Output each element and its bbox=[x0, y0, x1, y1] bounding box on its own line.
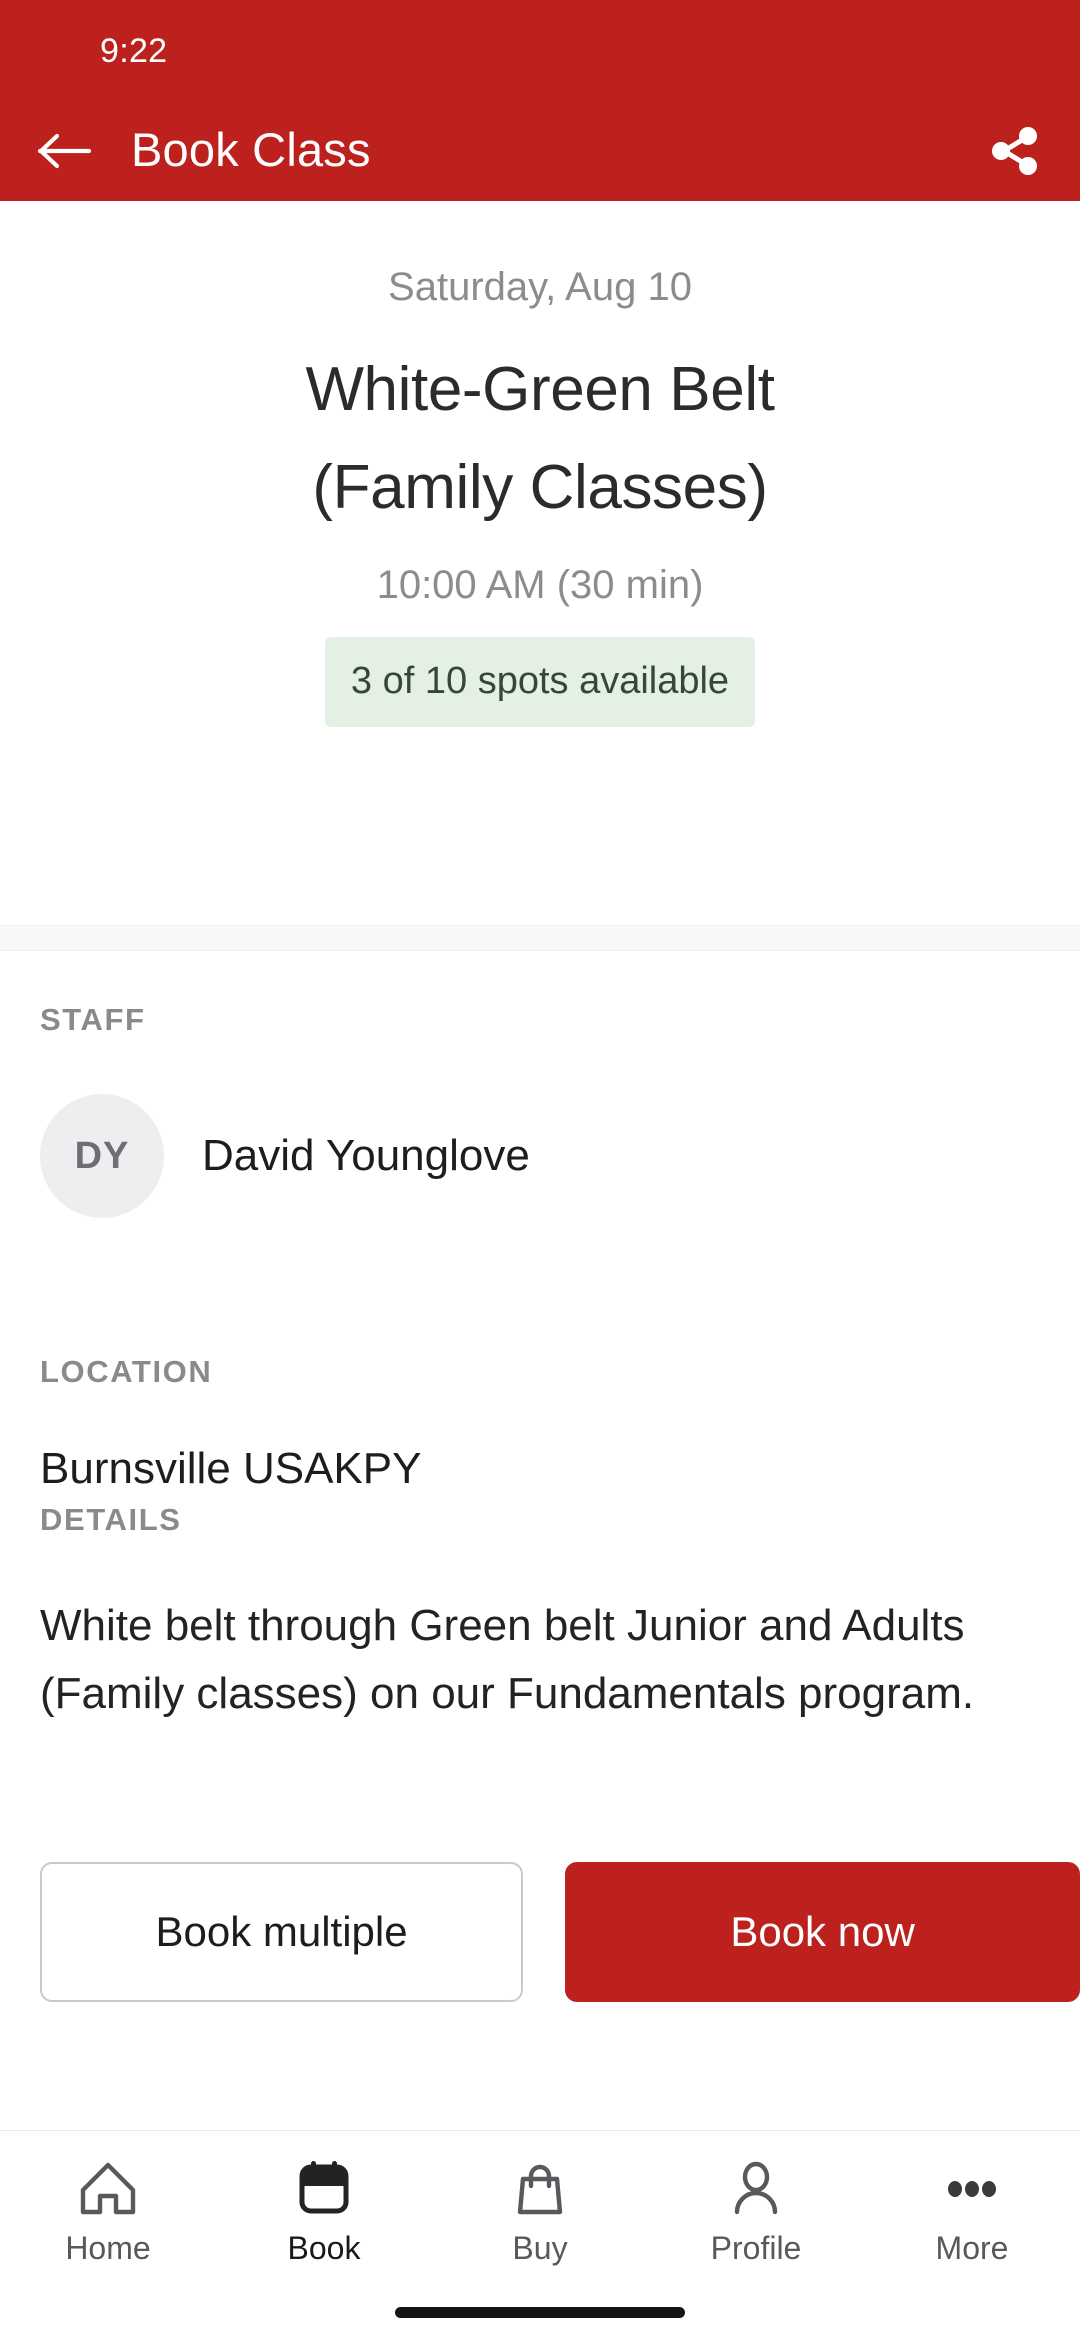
class-time: 10:00 AM (30 min) bbox=[376, 563, 704, 607]
details-section: DETAILS White belt through Green belt Ju… bbox=[0, 1500, 1080, 1728]
book-multiple-button[interactable]: Book multiple bbox=[40, 1862, 524, 2002]
status-time: 9:22 bbox=[100, 32, 168, 70]
home-indicator bbox=[395, 2307, 685, 2318]
nav-item-book[interactable]: Book bbox=[216, 2131, 432, 2268]
bag-icon bbox=[510, 2158, 570, 2220]
app-bar-row: Book Class bbox=[0, 100, 1080, 201]
class-title-line-1: White-Green Belt bbox=[305, 355, 775, 424]
location-section: LOCATION Burnsville USAKPY bbox=[0, 1352, 1080, 1498]
book-class-screen: 9:22 Book Class Saturday, Aug 10 White-G… bbox=[0, 0, 1080, 2340]
action-buttons: Book multiple Book now bbox=[0, 1862, 1080, 2002]
staff-label: STAFF bbox=[40, 1002, 146, 1037]
availability-badge: 3 of 10 spots available bbox=[324, 637, 756, 727]
status-bar: 9:22 bbox=[0, 0, 1080, 100]
book-now-button[interactable]: Book now bbox=[565, 1862, 1080, 2002]
nav-label-home: Home bbox=[65, 2230, 151, 2266]
details-value: White belt through Green belt Junior and… bbox=[40, 1601, 975, 1718]
nav-item-buy[interactable]: Buy bbox=[432, 2131, 648, 2268]
section-divider bbox=[0, 925, 1080, 951]
staff-section: STAFF DY David Younglove bbox=[0, 1000, 1080, 1218]
nav-label-profile: Profile bbox=[710, 2230, 802, 2266]
nav-item-home[interactable]: Home bbox=[0, 2131, 216, 2268]
back-button[interactable] bbox=[30, 116, 100, 186]
nav-label-book: Book bbox=[287, 2230, 361, 2266]
details-label: DETAILS bbox=[40, 1502, 182, 1537]
avatar: DY bbox=[40, 1094, 164, 1218]
arrow-left-icon bbox=[37, 133, 92, 169]
ellipsis-icon bbox=[942, 2158, 1002, 2220]
app-bar: 9:22 Book Class bbox=[0, 0, 1080, 201]
person-icon bbox=[726, 2158, 786, 2220]
share-button[interactable] bbox=[978, 114, 1052, 188]
nav-label-more: More bbox=[935, 2230, 1009, 2266]
share-icon bbox=[992, 127, 1037, 175]
home-icon bbox=[78, 2158, 138, 2220]
nav-item-more[interactable]: More bbox=[864, 2131, 1080, 2268]
staff-row[interactable]: DY David Younglove bbox=[40, 1094, 1040, 1218]
staff-name: David Younglove bbox=[202, 1131, 530, 1180]
class-title: White-Green Belt (Family Classes) bbox=[40, 341, 1040, 537]
class-summary: Saturday, Aug 10 White-Green Belt (Famil… bbox=[0, 201, 1080, 785]
nav-label-buy: Buy bbox=[512, 2230, 568, 2266]
class-date: Saturday, Aug 10 bbox=[388, 265, 692, 309]
page-title: Book Class bbox=[131, 123, 371, 176]
location-value: Burnsville USAKPY bbox=[40, 1444, 422, 1493]
nav-item-profile[interactable]: Profile bbox=[648, 2131, 864, 2268]
calendar-icon bbox=[294, 2158, 354, 2220]
class-title-line-2: (Family Classes) bbox=[312, 453, 768, 522]
location-label: LOCATION bbox=[40, 1354, 213, 1389]
